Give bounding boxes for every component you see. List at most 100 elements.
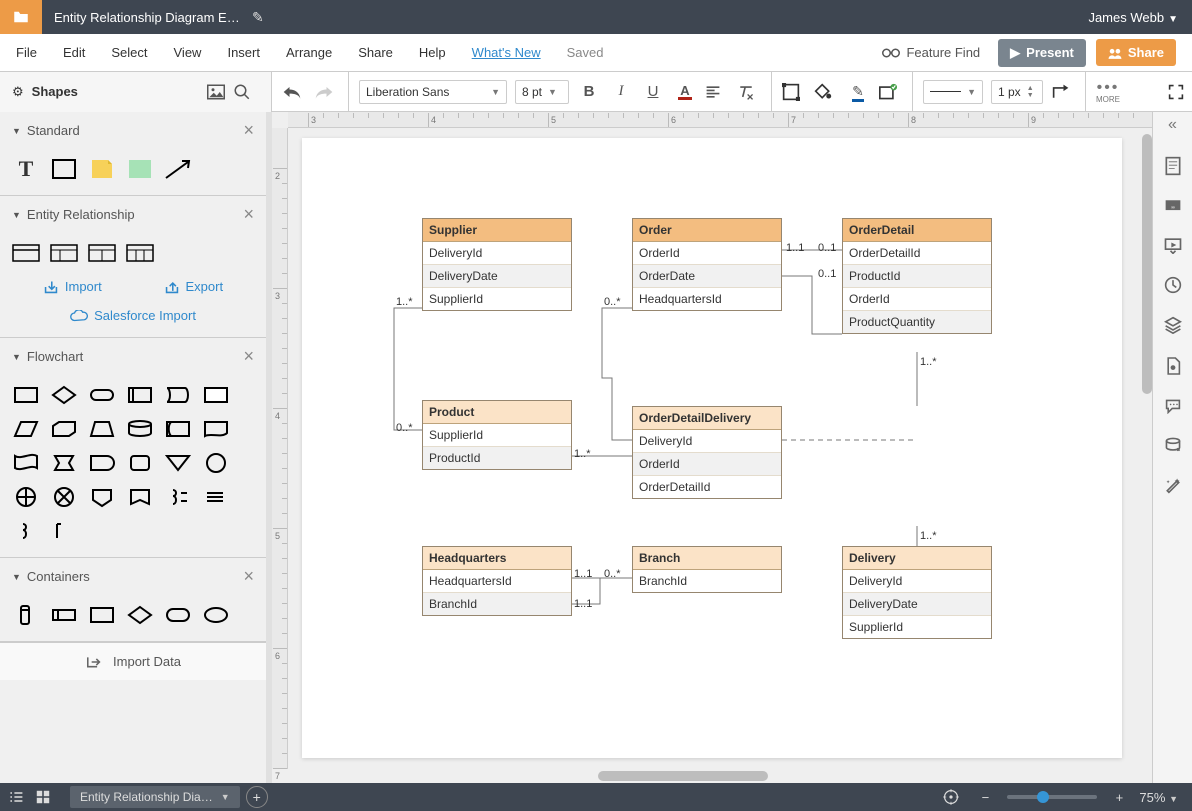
entity-field[interactable]: ProductQuantity: [843, 311, 991, 333]
flowchart-shape-5[interactable]: [202, 383, 230, 407]
container-shape-1[interactable]: [50, 603, 78, 627]
menu-file[interactable]: File: [16, 45, 37, 60]
undo-icon[interactable]: [282, 84, 306, 100]
layers-icon[interactable]: [1164, 316, 1182, 334]
flowchart-shape-16[interactable]: [164, 451, 192, 475]
flowchart-shape-13[interactable]: [50, 451, 78, 475]
data-link-icon[interactable]: [1164, 436, 1182, 454]
import-data-button[interactable]: Import Data: [0, 642, 266, 680]
border-color-icon[interactable]: ✎: [846, 83, 870, 100]
flowchart-shape-21[interactable]: [126, 485, 154, 509]
text-shape[interactable]: T: [12, 157, 40, 181]
fullscreen-icon[interactable]: [1168, 84, 1192, 100]
container-shape-5[interactable]: [202, 603, 230, 627]
fontsize-select[interactable]: 8 pt▼: [515, 80, 569, 104]
note-shape[interactable]: [88, 157, 116, 181]
entity-header[interactable]: Order: [633, 219, 781, 242]
page-data-icon[interactable]: [1165, 356, 1181, 376]
flowchart-shape-17[interactable]: [202, 451, 230, 475]
history-icon[interactable]: [1164, 276, 1182, 294]
entity-field[interactable]: HeadquartersId: [633, 288, 781, 310]
flowchart-shape-2[interactable]: [88, 383, 116, 407]
font-select[interactable]: Liberation Sans▼: [359, 80, 507, 104]
entity-field[interactable]: DeliveryDate: [843, 593, 991, 616]
flowchart-shape-11[interactable]: [202, 417, 230, 441]
zoom-level[interactable]: 75% ▼: [1139, 790, 1178, 805]
flowchart-shape-24[interactable]: [12, 519, 40, 543]
line-routing-icon[interactable]: [1051, 83, 1075, 101]
menu-select[interactable]: Select: [111, 45, 147, 60]
entity-field[interactable]: OrderDetailId: [633, 476, 781, 498]
insert-image-icon[interactable]: [207, 84, 233, 100]
menu-insert[interactable]: Insert: [227, 45, 260, 60]
fill-icon[interactable]: [814, 83, 838, 101]
magic-icon[interactable]: [1164, 476, 1182, 494]
entity-field[interactable]: DeliveryId: [423, 242, 571, 265]
flowchart-shape-7[interactable]: [50, 417, 78, 441]
er-shape-2[interactable]: [50, 241, 78, 265]
add-page-button[interactable]: +: [246, 786, 268, 808]
entity-orderdetaildelivery[interactable]: OrderDetailDeliveryDeliveryIdOrderIdOrde…: [632, 406, 782, 499]
slides-icon[interactable]: [1163, 236, 1183, 254]
zoom-out-icon[interactable]: −: [971, 790, 999, 805]
menu-arrange[interactable]: Arrange: [286, 45, 332, 60]
scrollbar-vertical[interactable]: [1142, 128, 1152, 668]
search-shapes-icon[interactable]: [233, 83, 259, 101]
close-icon[interactable]: ×: [243, 120, 254, 141]
menu-view[interactable]: View: [174, 45, 202, 60]
container-shape-3[interactable]: [126, 603, 154, 627]
container-shape-0[interactable]: [12, 603, 40, 627]
folder-icon[interactable]: [0, 0, 42, 34]
bold-icon[interactable]: B: [577, 83, 601, 100]
er-shape-4[interactable]: [126, 241, 154, 265]
flowchart-shape-23[interactable]: [202, 485, 230, 509]
rect-shape[interactable]: [50, 157, 78, 181]
entity-delivery[interactable]: DeliveryDeliveryIdDeliveryDateSupplierId: [842, 546, 992, 639]
entity-branch[interactable]: BranchBranchId: [632, 546, 782, 593]
redo-icon[interactable]: [314, 84, 338, 100]
entity-field[interactable]: SupplierId: [423, 288, 571, 310]
container-shape-4[interactable]: [164, 603, 192, 627]
cat-containers-header[interactable]: ▼Containers ×: [0, 558, 266, 595]
container-shape-2[interactable]: [88, 603, 116, 627]
feature-find[interactable]: Feature Find: [882, 45, 980, 60]
er-shape-3[interactable]: [88, 241, 116, 265]
entity-field[interactable]: SupplierId: [843, 616, 991, 638]
flowchart-shape-1[interactable]: [50, 383, 78, 407]
entity-field[interactable]: DeliveryId: [843, 570, 991, 593]
zoom-slider[interactable]: [1007, 795, 1097, 799]
flowchart-shape-19[interactable]: [50, 485, 78, 509]
text-color-icon[interactable]: A: [673, 83, 697, 100]
comments-icon[interactable]: ,,: [1164, 198, 1182, 214]
outline-icon[interactable]: [8, 790, 36, 804]
flowchart-shape-22[interactable]: [164, 485, 192, 509]
entity-field[interactable]: OrderDate: [633, 265, 781, 288]
entity-field[interactable]: BranchId: [633, 570, 781, 592]
target-icon[interactable]: [943, 789, 971, 805]
chat-icon[interactable]: [1164, 398, 1182, 414]
er-import[interactable]: Import: [43, 279, 102, 294]
entity-field[interactable]: HeadquartersId: [423, 570, 571, 593]
flowchart-shape-4[interactable]: [164, 383, 192, 407]
edit-title-icon[interactable]: ✎: [252, 9, 264, 26]
close-icon[interactable]: ×: [243, 346, 254, 367]
line-width-select[interactable]: 1 px ▲▼: [991, 80, 1043, 104]
entity-field[interactable]: ProductId: [423, 447, 571, 469]
entity-field[interactable]: OrderDetailId: [843, 242, 991, 265]
entity-field[interactable]: SupplierId: [423, 424, 571, 447]
user-menu[interactable]: James Webb▼: [1074, 10, 1192, 25]
entity-field[interactable]: DeliveryDate: [423, 265, 571, 288]
entity-header[interactable]: Supplier: [423, 219, 571, 242]
close-icon[interactable]: ×: [243, 566, 254, 587]
document-title[interactable]: Entity Relationship Diagram Exa…: [42, 10, 252, 25]
shape-options-icon[interactable]: [878, 83, 902, 101]
entity-field[interactable]: BranchId: [423, 593, 571, 615]
flowchart-shape-15[interactable]: [126, 451, 154, 475]
close-icon[interactable]: ×: [243, 204, 254, 225]
cat-er-header[interactable]: ▼Entity Relationship ×: [0, 196, 266, 233]
entity-field[interactable]: OrderId: [843, 288, 991, 311]
scrollbar-horizontal[interactable]: [288, 769, 1152, 783]
collapse-dock-icon[interactable]: «: [1168, 116, 1177, 134]
italic-icon[interactable]: I: [609, 83, 633, 100]
share-button[interactable]: Share: [1096, 39, 1176, 66]
